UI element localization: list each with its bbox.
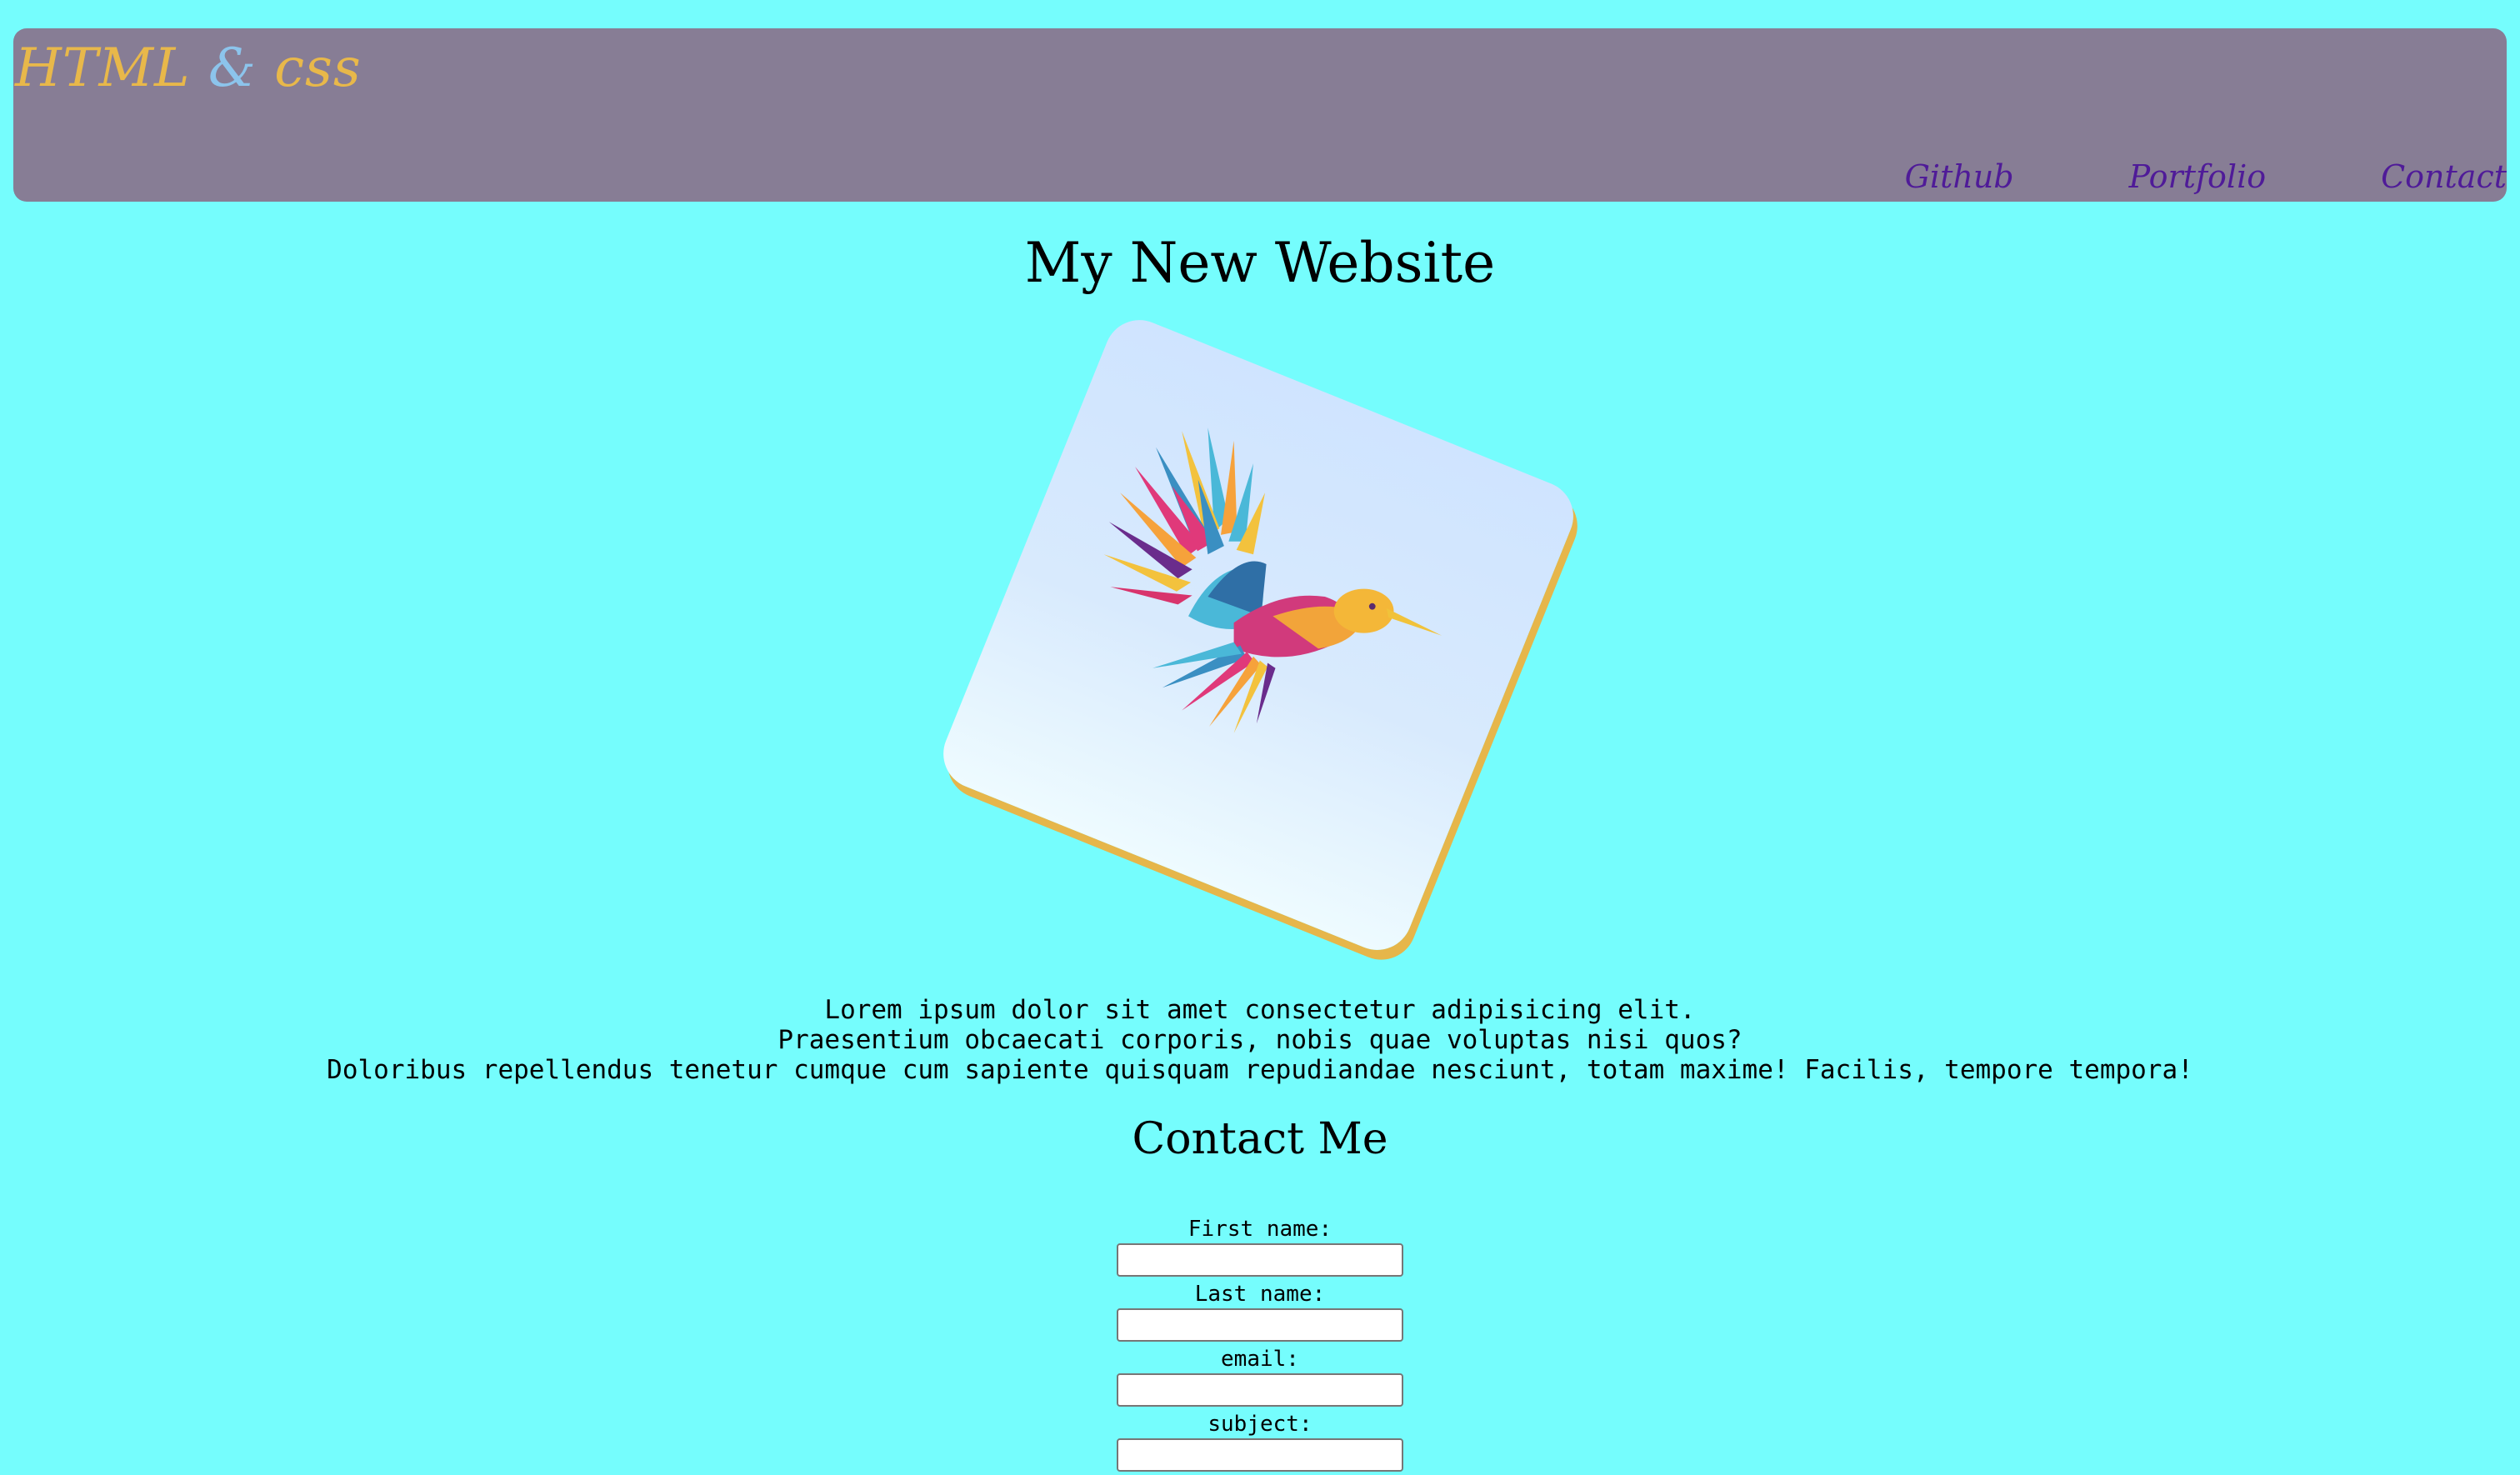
last-name-input[interactable] xyxy=(1117,1308,1403,1342)
first-name-label: First name: xyxy=(1188,1217,1332,1242)
subject-input[interactable] xyxy=(1117,1438,1403,1472)
intro-line: Doloribus repellendus tenetur cumque cum… xyxy=(327,1055,2193,1085)
page-title: My New Website xyxy=(1024,231,1496,295)
main-nav: Github Portfolio Contact xyxy=(1905,152,2507,202)
subject-label: subject: xyxy=(1208,1412,1312,1437)
hummingbird-illustration xyxy=(1103,428,1442,733)
site-header: HTML & css Github Portfolio Contact xyxy=(13,28,2507,202)
nav-link-contact[interactable]: Contact xyxy=(2381,158,2507,195)
logo-html-text: HTML xyxy=(15,38,191,99)
site-logo[interactable]: HTML & css xyxy=(15,37,362,101)
intro-line: Praesentium obcaecati corporis, nobis qu… xyxy=(778,1025,1742,1055)
intro-text: Lorem ipsum dolor sit amet consectetur a… xyxy=(0,995,2520,1085)
intro-line: Lorem ipsum dolor sit amet consectetur a… xyxy=(824,995,1696,1025)
nav-link-github[interactable]: Github xyxy=(1905,158,2014,195)
logo-ampersand: & xyxy=(208,38,257,99)
hero-image xyxy=(932,309,1584,961)
first-name-input[interactable] xyxy=(1117,1243,1403,1277)
email-input[interactable] xyxy=(1117,1373,1403,1407)
last-name-label: Last name: xyxy=(1194,1282,1326,1307)
nav-link-portfolio[interactable]: Portfolio xyxy=(2129,158,2266,195)
email-label: email: xyxy=(1221,1347,1299,1372)
logo-css-text: css xyxy=(274,38,362,99)
hero-image-frame xyxy=(932,309,1584,961)
contact-form: First name: Last name: email: subject: xyxy=(0,1215,2520,1475)
contact-title: Contact Me xyxy=(1132,1114,1388,1164)
